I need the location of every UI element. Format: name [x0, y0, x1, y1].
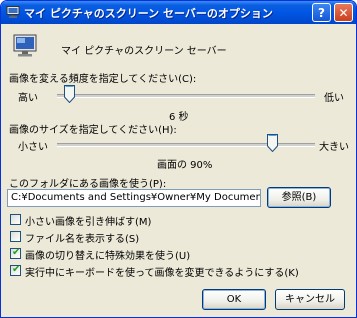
transition-effects-label[interactable]: 画像の切り替えに特殊効果を使う(U) — [25, 247, 190, 262]
screensaver-name: マイ ピクチャのスクリーン セーバー — [61, 46, 227, 57]
checkmark-icon: ✔ — [12, 247, 21, 258]
browse-button[interactable]: 参照(B) — [267, 187, 331, 208]
folder-label: このフォルダにある画像を使う(P): — [9, 179, 167, 190]
transition-effects-checkbox[interactable]: ✔ — [10, 247, 21, 259]
checkmark-icon: ✔ — [12, 264, 21, 275]
close-button[interactable]: ✕ — [334, 3, 353, 22]
frequency-min-label: 高い — [18, 93, 38, 104]
title-bar[interactable]: マイ ピクチャのスクリーン セーバーのオプション ? ✕ — [1, 1, 356, 24]
frequency-slider-thumb[interactable] — [64, 85, 76, 103]
stretch-small-images-checkbox[interactable] — [10, 214, 21, 225]
monitor-icon — [6, 6, 20, 18]
help-button[interactable]: ? — [312, 3, 331, 22]
window-title: マイ ピクチャのスクリーン セーバーのオプション — [24, 7, 273, 20]
keyboard-control-label[interactable]: 実行中にキーボードを使って画像を変更できるようにする(K) — [25, 264, 299, 279]
show-filenames-checkbox[interactable] — [10, 231, 21, 242]
size-min-label: 小さい — [18, 142, 48, 153]
folder-path-input[interactable]: C:¥Documents and Settings¥Owner¥My Docum… — [7, 189, 261, 207]
frequency-label: 画像を変える頻度を指定してください(C): — [9, 74, 197, 85]
frequency-slider-track[interactable] — [57, 94, 315, 98]
size-label: 画像のサイズを指定してください(H): — [9, 125, 177, 136]
frequency-max-label: 低い — [324, 93, 344, 104]
show-filenames-label[interactable]: ファイル名を表示する(S) — [25, 230, 139, 245]
size-slider-thumb[interactable] — [266, 134, 278, 152]
options-dialog: マイ ピクチャのスクリーン セーバーのオプション ? ✕ マイ ピクチャのスクリ… — [0, 0, 357, 318]
keyboard-control-checkbox[interactable]: ✔ — [10, 264, 21, 276]
size-value: 画面の 90% — [157, 160, 213, 171]
size-max-label: 大きい — [319, 142, 349, 153]
cancel-button[interactable]: キャンセル — [275, 289, 345, 310]
stretch-small-images-label[interactable]: 小さい画像を引き伸ばす(M) — [25, 213, 151, 228]
monitor-icon — [13, 34, 37, 57]
ok-button[interactable]: OK — [202, 289, 266, 310]
